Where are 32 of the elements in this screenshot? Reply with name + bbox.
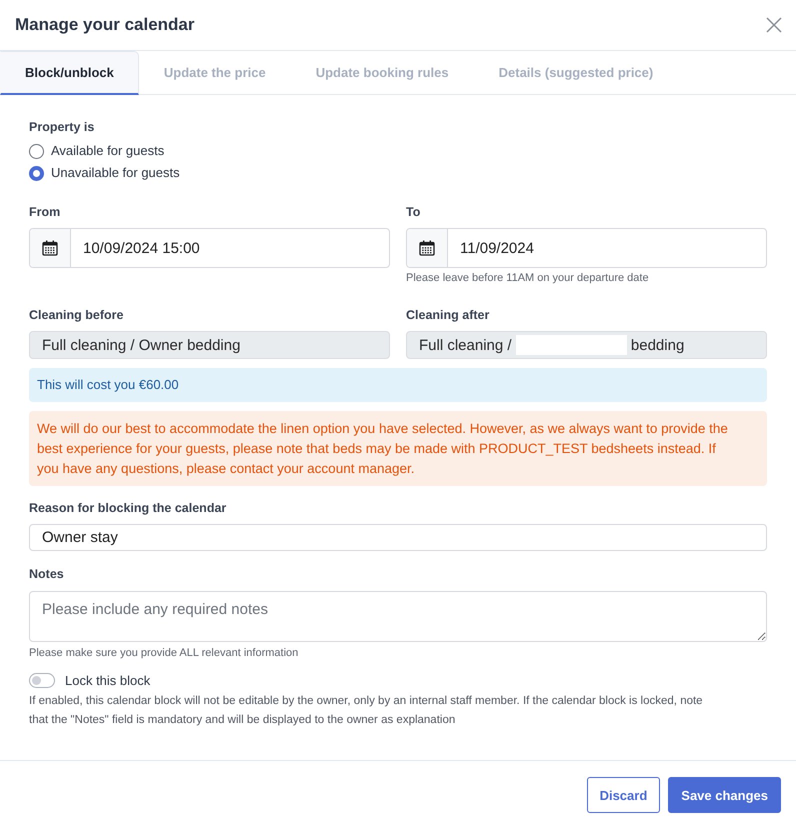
- lock-description: If enabled, this calendar block will not be editable by the owner, only by an internal staff member. If the calendar block is locked, note that the "Notes" field is mandatory and will be displayed to the owner as explanation: [29, 694, 704, 728]
- discard-button[interactable]: Discard: [586, 777, 660, 813]
- close-button[interactable]: [766, 17, 782, 33]
- calendar-icon: [30, 229, 71, 267]
- field-label: Cleaning before: [29, 307, 124, 323]
- save-button[interactable]: Save changes: [668, 777, 781, 813]
- field-label: To: [406, 204, 422, 220]
- lock-toggle[interactable]: [29, 672, 55, 688]
- linen-warning: We will do our best to accommodate the linen option you have selected. However, as we always want to provide the best experience for your guests, please note that beds may be made with PRODUCT_TEST bedsheets instead. If you have any questions, please contact your account manager.: [29, 411, 767, 486]
- field-hint: Please leave before 11AM on your departure date: [406, 271, 650, 285]
- dialog-title: Manage your calendar: [15, 14, 195, 36]
- cleaning-field: Full cleaning / Owner bedding: [29, 331, 390, 359]
- field-label: Reason for blocking the calendar: [29, 500, 228, 516]
- option-label[interactable]: Available for guests: [51, 143, 164, 159]
- field-label: Cleaning after: [406, 307, 490, 323]
- cost-notice: This will cost you €60.00: [29, 368, 767, 402]
- field-label: From: [29, 204, 62, 220]
- toggle-label: Lock this block: [65, 672, 150, 688]
- date-field[interactable]: 10/09/2024 15:00: [29, 228, 390, 268]
- field-label: Property is: [29, 119, 96, 135]
- radio-button[interactable]: [29, 166, 44, 180]
- option-label[interactable]: Unavailable for guests: [51, 165, 180, 181]
- close-icon: [766, 17, 782, 33]
- field-hint: Please make sure you provide ALL relevant information: [29, 646, 300, 660]
- field-label: Notes: [29, 566, 65, 582]
- tab[interactable]: Block/unblock: [0, 51, 139, 95]
- date-field[interactable]: 11/09/2024: [406, 228, 767, 268]
- calendar-icon: [407, 229, 448, 267]
- reason-field[interactable]: Owner stay: [29, 524, 767, 551]
- cleaning-field: Full cleaning / bedding: [406, 331, 767, 359]
- notes-field[interactable]: Please include any required notes: [29, 591, 767, 642]
- radio-button[interactable]: [29, 144, 44, 158]
